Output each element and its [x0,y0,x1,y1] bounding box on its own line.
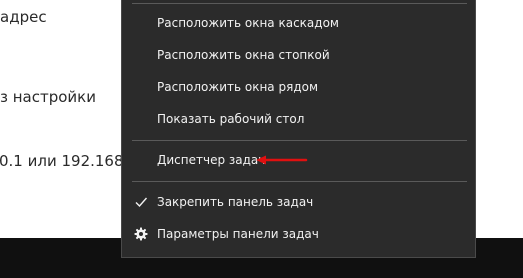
menu-item-label: Расположить окна стопкой [157,48,330,62]
menu-separator [132,181,467,182]
menu-item-cascade-windows[interactable]: Расположить окна каскадом [122,9,475,37]
taskbar-context-menu: Расположить окна каскадом Расположить ок… [121,0,476,258]
menu-item-stack-windows[interactable]: Расположить окна стопкой [122,41,475,69]
menu-item-label: Показать рабочий стол [157,112,305,126]
background-text-line: адрес [0,8,47,26]
menu-separator [132,3,467,4]
menu-item-label: Диспетчер задач [157,153,266,167]
menu-item-lock-taskbar[interactable]: Закрепить панель задач [122,188,475,216]
menu-item-taskbar-settings[interactable]: Параметры панели задач [122,220,475,248]
background-text-line: з настройки [0,88,96,106]
menu-item-label: Закрепить панель задач [157,195,314,209]
menu-separator [132,140,467,141]
menu-item-label: Расположить окна каскадом [157,16,339,30]
menu-item-label: Параметры панели задач [157,227,319,241]
menu-item-side-by-side[interactable]: Расположить окна рядом [122,73,475,101]
menu-item-show-desktop[interactable]: Показать рабочий стол [122,105,475,133]
menu-item-label: Расположить окна рядом [157,80,319,94]
red-arrow-annotation [256,155,308,165]
checkmark-icon [133,194,149,210]
gear-icon [133,226,149,242]
